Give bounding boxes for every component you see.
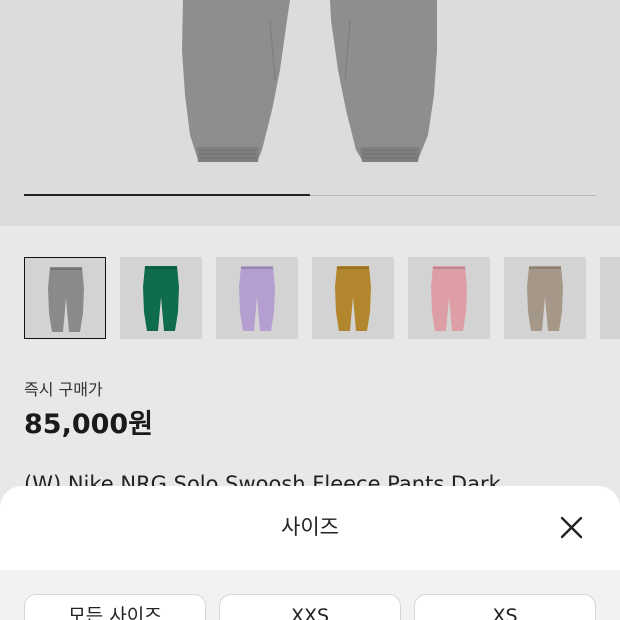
color-thumbnail[interactable]: [408, 257, 490, 339]
size-bottom-sheet: 사이즈 모든 사이즈 XXS XS: [0, 486, 620, 620]
size-option-label: 모든 사이즈: [68, 605, 162, 620]
pants-thumbnail-image: [335, 266, 371, 331]
product-price: 85,000원: [24, 409, 154, 440]
color-thumbnail[interactable]: [312, 257, 394, 339]
size-option-label: XXS: [290, 605, 330, 620]
color-thumbnail[interactable]: [216, 257, 298, 339]
size-option-all[interactable]: 모든 사이즈: [24, 594, 206, 620]
color-thumbnail[interactable]: [24, 257, 106, 339]
color-thumbnail[interactable]: [120, 257, 202, 339]
instant-buy-price-label: 즉시 구매가: [24, 380, 103, 399]
pants-thumbnail-image: [431, 266, 467, 331]
gallery-progress-fill: [24, 194, 310, 196]
close-icon: [560, 516, 583, 539]
close-button[interactable]: [556, 512, 588, 544]
pants-thumbnail-image: [48, 267, 84, 332]
size-option-xs[interactable]: XS: [414, 594, 596, 620]
color-thumbnail[interactable]: [504, 257, 586, 339]
size-option-label: XS: [492, 605, 518, 620]
product-image-gallery[interactable]: [0, 0, 620, 226]
gallery-progress-bar: [24, 194, 596, 196]
product-page: 즉시 구매가 85,000원 (W) Nike NRG Solo Swoosh …: [0, 0, 620, 620]
pants-thumbnail-image: [239, 266, 275, 331]
product-image: [182, 0, 437, 162]
pants-thumbnail-image: [143, 266, 179, 331]
color-thumbnail[interactable]: [600, 257, 620, 339]
color-thumbnail-strip[interactable]: [24, 257, 620, 341]
size-option-xxs[interactable]: XXS: [219, 594, 401, 620]
size-options-panel: 모든 사이즈 XXS XS: [0, 570, 620, 620]
pants-thumbnail-image: [527, 266, 563, 331]
sheet-title: 사이즈: [281, 515, 339, 539]
